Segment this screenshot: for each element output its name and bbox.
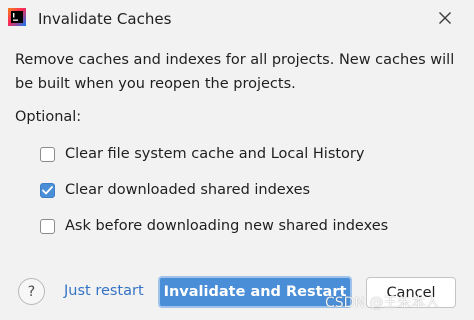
optional-label: Optional: (15, 109, 82, 125)
checkbox-unchecked[interactable] (40, 218, 55, 234)
option-label: Clear downloaded shared indexes (65, 182, 311, 198)
help-button[interactable]: ? (18, 278, 45, 305)
cancel-label: Cancel (386, 284, 436, 301)
option-ask-before-downloading[interactable]: Ask before downloading new shared indexe… (40, 216, 388, 236)
cancel-button[interactable]: Cancel (366, 277, 456, 308)
invalidate-and-restart-button[interactable]: Invalidate and Restart (158, 276, 352, 308)
description-text: Remove caches and indexes for all projec… (15, 52, 455, 92)
option-clear-file-system-cache[interactable]: Clear file system cache and Local Histor… (40, 144, 364, 164)
dialog-title: Invalidate Caches (38, 10, 172, 28)
close-icon (438, 10, 452, 29)
just-restart-link[interactable]: Just restart (64, 283, 144, 299)
option-clear-shared-indexes[interactable]: Clear downloaded shared indexes (40, 180, 310, 200)
option-label: Ask before downloading new shared indexe… (65, 218, 389, 234)
invalidate-and-restart-label: Invalidate and Restart (163, 284, 347, 300)
title-bar: Invalidate Caches (0, 0, 474, 38)
checkbox-unchecked[interactable] (40, 146, 55, 162)
close-button[interactable] (432, 6, 458, 32)
checkmark-icon (42, 185, 53, 194)
intellij-logo-icon (8, 8, 26, 26)
help-icon: ? (27, 283, 36, 300)
checkbox-checked[interactable] (40, 182, 55, 198)
invalidate-caches-dialog: Invalidate Caches Remove caches and inde… (0, 0, 474, 320)
option-label: Clear file system cache and Local Histor… (65, 146, 365, 162)
